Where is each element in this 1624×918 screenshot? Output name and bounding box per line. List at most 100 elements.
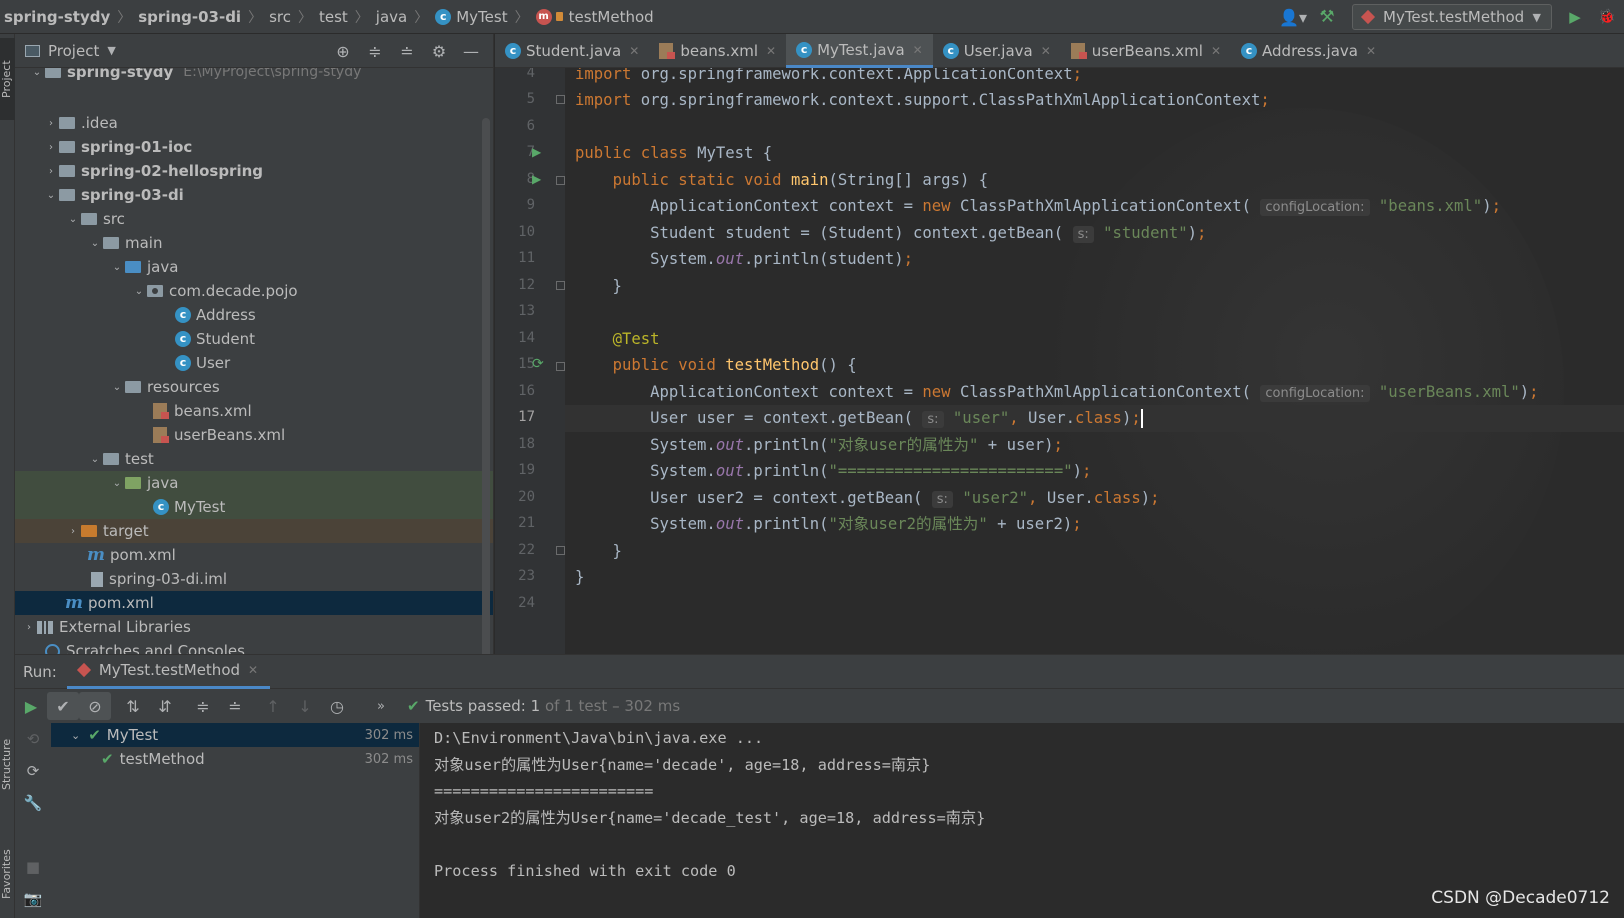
tree-item-spring-01[interactable]: › spring-01-ioc xyxy=(15,135,493,159)
tree-item-address[interactable]: c Address xyxy=(15,303,493,327)
line-number: 17 xyxy=(518,409,535,425)
tree-item-label: com.decade.pojo xyxy=(169,282,298,300)
tree-item-external-libraries[interactable]: › External Libraries xyxy=(15,615,493,639)
collapse-all-icon[interactable]: ≐ xyxy=(219,692,251,720)
tree-item-src[interactable]: ⌄ src xyxy=(15,207,493,231)
fold-marker-icon[interactable] xyxy=(556,281,565,290)
tree-item-student[interactable]: c Student xyxy=(15,327,493,351)
tree-item-scratches[interactable]: Scratches and Consoles xyxy=(15,639,493,654)
test-suite-row[interactable]: ⌄ ✔ MyTest 302 ms xyxy=(51,723,419,747)
tree-item-root[interactable]: ⌄ spring-stydy E:\MyProject\spring-stydy xyxy=(15,68,493,84)
project-tree-scrollbar[interactable] xyxy=(482,118,490,654)
tree-item-spring-03[interactable]: ⌄ spring-03-di xyxy=(15,183,493,207)
close-icon[interactable]: ✕ xyxy=(1041,44,1051,58)
locate-icon[interactable]: ⊕ xyxy=(327,42,359,61)
chevron-down-icon[interactable]: ▼ xyxy=(107,44,115,57)
close-icon[interactable]: ✕ xyxy=(629,44,639,58)
code-line-19: System.out.println("====================… xyxy=(575,462,1092,480)
run-configuration-select[interactable]: MyTest.testMethod ▼ xyxy=(1352,4,1552,30)
fold-marker-icon[interactable] xyxy=(556,362,565,371)
sort-duration-icon[interactable]: ⇵ xyxy=(149,692,181,720)
tree-item-label: test xyxy=(125,450,154,468)
fold-marker-icon[interactable] xyxy=(556,95,565,104)
tab-student-java[interactable]: c Student.java ✕ xyxy=(495,34,649,68)
test-case-row[interactable]: ✔ testMethod 302 ms xyxy=(51,747,419,771)
previous-failed-icon[interactable]: ↑ xyxy=(257,692,289,720)
structure-tool-tab[interactable]: Structure xyxy=(0,724,15,804)
crumb-class[interactable]: c MyTest xyxy=(431,8,511,26)
wrench-icon[interactable]: 🔧 xyxy=(15,787,51,819)
tree-item-module-pom[interactable]: m pom.xml xyxy=(15,543,493,567)
project-panel-title[interactable]: Project xyxy=(48,42,99,60)
class-icon: c xyxy=(505,43,521,59)
close-icon[interactable]: ✕ xyxy=(248,663,258,677)
chevron-down-icon: ⌄ xyxy=(46,189,56,201)
tree-item-idea[interactable]: › .idea xyxy=(15,111,493,135)
tree-item-userbeans-xml[interactable]: userBeans.xml xyxy=(15,423,493,447)
tab-mytest-java[interactable]: c MyTest.java ✕ xyxy=(786,34,933,68)
maven-icon: m xyxy=(87,545,105,565)
rerun-icon[interactable]: ▶ xyxy=(15,692,47,720)
stop-square-icon[interactable]: ■ xyxy=(15,851,51,883)
more-icon[interactable]: » xyxy=(365,692,397,720)
fold-marker-icon[interactable] xyxy=(556,546,565,555)
tab-beans-xml[interactable]: beans.xml ✕ xyxy=(649,34,786,68)
expand-all-icon[interactable]: ≑ xyxy=(187,692,219,720)
run-tab[interactable]: MyTest.testMethod ✕ xyxy=(66,655,271,689)
tree-item-root-pom[interactable]: m pom.xml xyxy=(15,591,493,615)
history-clock-icon[interactable]: ◷ xyxy=(321,692,353,720)
tree-item-test[interactable]: ⌄ test xyxy=(15,447,493,471)
project-tool-tab[interactable]: Project xyxy=(0,38,15,120)
tree-item-user[interactable]: c User xyxy=(15,351,493,375)
tab-userbeans-xml[interactable]: userBeans.xml ✕ xyxy=(1061,34,1231,68)
sort-alpha-icon[interactable]: ⇅ xyxy=(117,692,149,720)
crumb-java[interactable]: java xyxy=(372,8,411,26)
stop-icon[interactable]: ⟲ xyxy=(15,723,51,755)
run-class-icon[interactable]: ▶ xyxy=(532,145,541,159)
code-editor[interactable]: 4 5 6 7 8 9 10 11 12 13 14 15 16 17 18 1… xyxy=(495,68,1624,654)
tree-item-mytest[interactable]: c MyTest xyxy=(15,495,493,519)
xml-file-icon xyxy=(1070,43,1087,59)
crumb-test[interactable]: test xyxy=(315,8,352,26)
close-icon[interactable]: ✕ xyxy=(1211,44,1221,58)
tree-item-main[interactable]: ⌄ main xyxy=(15,231,493,255)
run-icon[interactable]: ▶ xyxy=(1560,8,1590,26)
tree-item-beans-xml[interactable]: beans.xml xyxy=(15,399,493,423)
user-icon[interactable]: 👤▾ xyxy=(1276,0,1310,34)
string-literal: "对象user的属性为" xyxy=(828,436,979,454)
tree-item-package[interactable]: ⌄ com.decade.pojo xyxy=(15,279,493,303)
crumb-project[interactable]: spring-stydy xyxy=(0,8,114,26)
minimize-icon[interactable]: — xyxy=(455,42,487,61)
toggle-auto-test-icon[interactable]: ⟳ xyxy=(15,755,51,787)
test-duration: 302 ms xyxy=(364,727,413,743)
show-ignored-icon[interactable]: ⊘ xyxy=(79,692,111,720)
expand-all-icon[interactable]: ≑ xyxy=(359,42,391,61)
code-line-22: } xyxy=(575,542,622,560)
close-icon[interactable]: ✕ xyxy=(1366,44,1376,58)
gear-icon[interactable]: ⚙ xyxy=(423,42,455,61)
tab-user-java[interactable]: c User.java ✕ xyxy=(933,34,1061,68)
run-test-passed-icon[interactable]: ⟳ xyxy=(532,356,544,372)
tree-item-target[interactable]: › target xyxy=(15,519,493,543)
next-failed-icon[interactable]: ↓ xyxy=(289,692,321,720)
line-number: 8 xyxy=(526,171,535,187)
close-icon[interactable]: ✕ xyxy=(766,44,776,58)
camera-icon[interactable]: 📷 xyxy=(15,883,51,915)
fold-marker-icon[interactable] xyxy=(556,176,565,185)
tree-item-resources[interactable]: ⌄ resources xyxy=(15,375,493,399)
tree-item-main-java[interactable]: ⌄ java xyxy=(15,255,493,279)
crumb-method[interactable]: m testMethod xyxy=(532,8,658,26)
close-icon[interactable]: ✕ xyxy=(913,43,923,57)
tree-item-test-java[interactable]: ⌄ java xyxy=(15,471,493,495)
build-hammer-icon[interactable]: ⚒ xyxy=(1310,0,1344,34)
favorites-tool-tab[interactable]: Favorites xyxy=(0,834,15,914)
show-passed-icon[interactable]: ✔ xyxy=(47,692,79,720)
tree-item-iml[interactable]: spring-03-di.iml xyxy=(15,567,493,591)
crumb-module[interactable]: spring-03-di xyxy=(134,8,245,26)
tab-address-java[interactable]: c Address.java ✕ xyxy=(1231,34,1386,68)
run-main-icon[interactable]: ▶ xyxy=(532,172,541,186)
crumb-src[interactable]: src xyxy=(265,8,295,26)
tree-item-spring-02[interactable]: › spring-02-hellospring xyxy=(15,159,493,183)
debug-icon[interactable]: 🐞 xyxy=(1590,0,1624,34)
collapse-all-icon[interactable]: ≐ xyxy=(391,42,423,61)
